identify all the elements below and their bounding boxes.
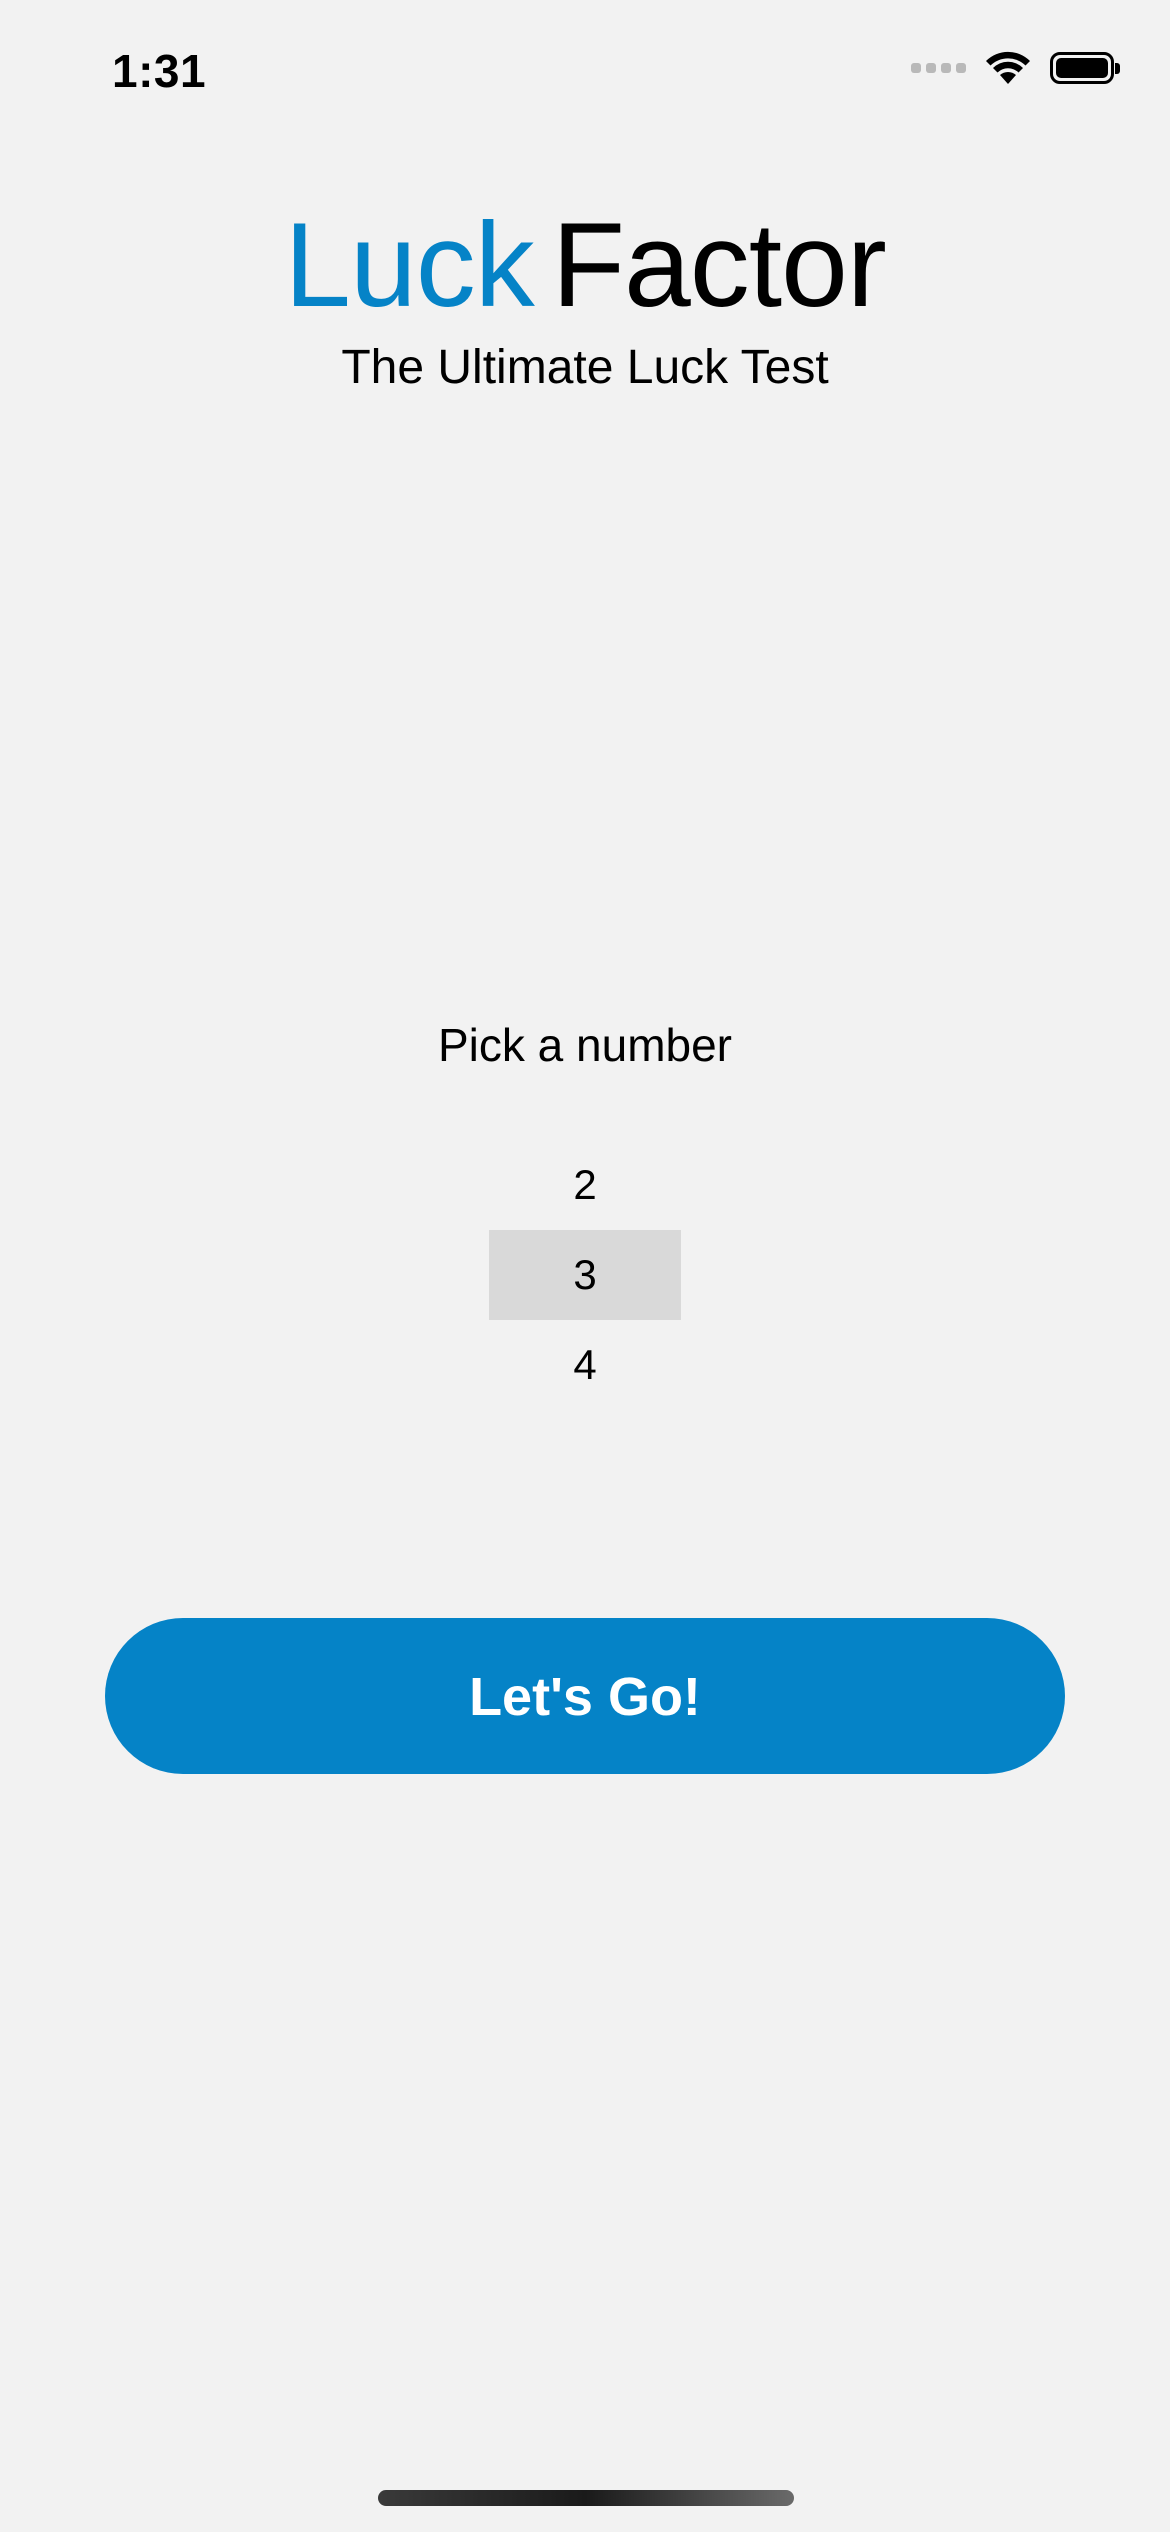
- title-factor: Factor: [551, 198, 887, 332]
- battery-icon: [1050, 52, 1120, 84]
- picker-label: Pick a number: [437, 1019, 732, 1071]
- number-picker[interactable]: 2 3 4: [489, 1140, 681, 1410]
- status-icons: [911, 50, 1120, 86]
- app-subtitle: The Ultimate Luck Test: [341, 341, 829, 394]
- picker-option-selected[interactable]: 3: [489, 1230, 681, 1320]
- home-indicator[interactable]: [378, 2490, 794, 2506]
- lets-go-button[interactable]: Let's Go!: [105, 1618, 1065, 1774]
- title-luck: Luck: [284, 198, 534, 332]
- picker-option[interactable]: 4: [489, 1320, 681, 1410]
- status-time: 1:31: [112, 45, 207, 97]
- wifi-icon: [986, 51, 1030, 84]
- cellular-signal-icon: [911, 63, 966, 73]
- app-title: Luck Factor: [0, 195, 1170, 335]
- picker-option[interactable]: 2: [489, 1140, 681, 1230]
